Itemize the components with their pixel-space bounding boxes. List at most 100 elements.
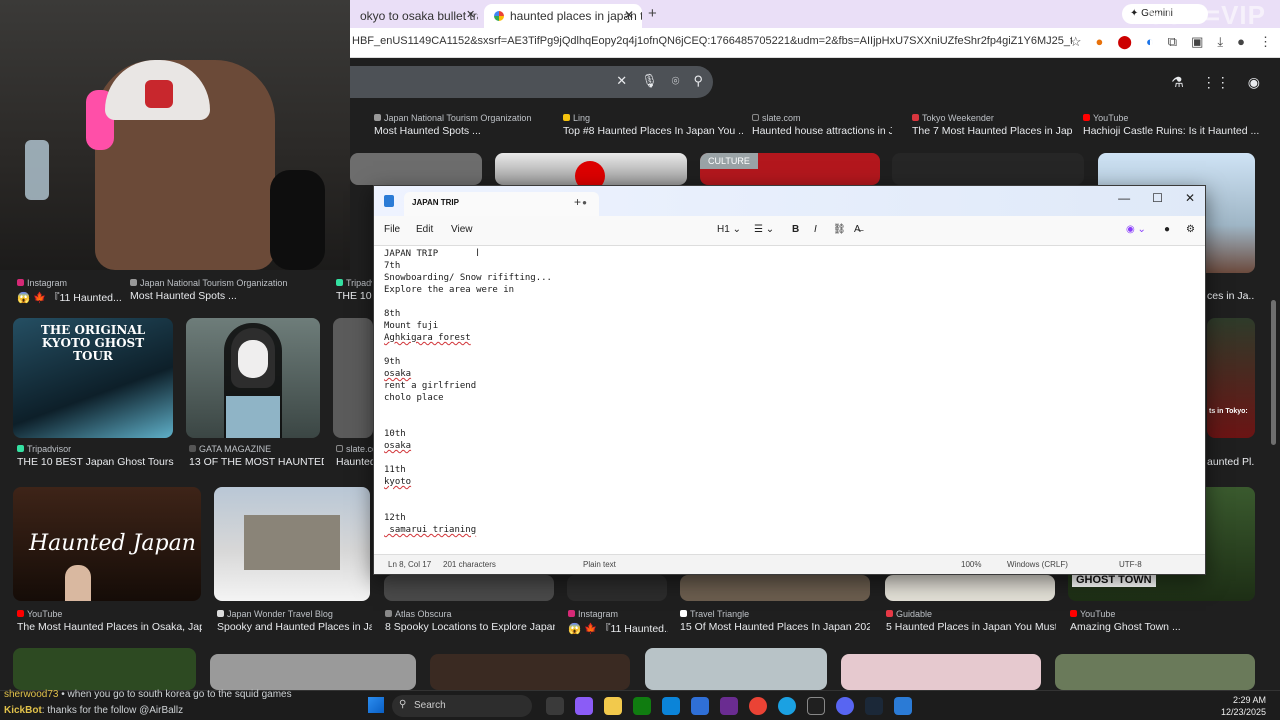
edge-icon[interactable] [662,697,680,715]
extension-icon[interactable]: ◐ [1146,34,1154,50]
result-thumbnail[interactable] [495,153,687,185]
result-title[interactable]: Haunted house attractions in J... [752,125,892,137]
clear-format-icon[interactable]: A̶ [854,224,861,235]
encoding[interactable]: UTF-8 [1119,560,1142,569]
maximize-icon[interactable]: ☐ [1152,191,1163,205]
italic-icon[interactable]: I [814,224,817,235]
close-icon[interactable]: ✕ [466,8,475,21]
chrome-profile-icon[interactable] [778,697,796,715]
settings-gear-icon[interactable]: ⚙ [1186,224,1195,235]
result-title[interactable]: aunted Pl... [1207,456,1255,468]
result-thumbnail[interactable]: ts in Tokyo: [1207,318,1255,438]
apps-grid-icon[interactable]: ⋮⋮ [1202,74,1230,91]
tab-haunted-places[interactable]: haunted places in japan to visit ✕ [484,4,642,28]
notepad-text-area[interactable]: JAPAN TRIP 7th Snowboarding/ Snow rifift… [374,246,1205,556]
download-icon[interactable]: ⤓ [1217,34,1223,50]
store-icon[interactable] [691,697,709,715]
mic-icon[interactable]: 🎙 [641,73,658,89]
notepad-icon[interactable] [894,697,912,715]
list-dropdown-icon[interactable]: ☰ ⌄ [754,224,774,235]
result-title[interactable]: ces in Ja... [1207,290,1255,302]
minimize-icon[interactable]: — [1118,191,1130,205]
result-thumbnail[interactable] [567,575,667,601]
heading-dropdown[interactable]: H1 ⌄ [717,224,741,235]
labs-icon[interactable]: ⚗ [1171,74,1184,91]
result-title[interactable]: Haunted [336,456,374,468]
result-title[interactable]: Most Haunted Spots ... [130,290,330,302]
result-thumbnail[interactable] [892,153,1084,185]
menu-view[interactable]: View [451,224,473,235]
tab-bullet-train[interactable]: okyo to osaka bullet train - Go [350,4,478,28]
menu-icon[interactable]: ⋮ [1259,34,1272,50]
result-thumbnail[interactable] [1055,654,1255,690]
obs-icon[interactable] [807,697,825,715]
result-title[interactable]: Top #8 Haunted Places In Japan You ... [563,125,743,137]
result-thumbnail[interactable] [210,654,416,690]
link-icon[interactable]: ⛓ [833,224,846,235]
new-tab-button[interactable]: + [648,5,657,22]
result-title[interactable]: Most Haunted Spots ... [374,125,554,137]
unsaved-dot-icon[interactable]: ● [582,198,587,207]
result-thumbnail[interactable] [214,487,370,601]
discord-icon[interactable] [836,697,854,715]
system-clock[interactable]: 2:29 AM 12/23/2025 [1221,694,1266,718]
xbox-icon[interactable] [633,697,651,715]
notepad-tab[interactable]: JAPAN TRIP ● [404,192,599,216]
steam-icon[interactable] [865,697,883,715]
result-thumbnail[interactable] [333,318,373,438]
task-view-icon[interactable] [546,697,564,715]
copilot-icon[interactable]: ◉ ⌄ [1126,224,1146,235]
taskbar-search[interactable]: ⚲ Search [392,695,532,717]
result-thumbnail[interactable] [430,654,630,690]
app-icon[interactable] [720,697,738,715]
result-title[interactable]: THE 10 E [336,290,372,302]
clear-icon[interactable]: ✕ [616,73,627,89]
bookmark-star-icon[interactable]: ☆ [1070,34,1082,50]
result-title[interactable]: 15 Of Most Haunted Places In Japan 2025.… [680,621,870,633]
result-title[interactable]: THE 10 BEST Japan Ghost Tours (... [17,456,177,468]
profile-avatar[interactable]: ● [1237,34,1245,50]
result-thumbnail[interactable]: Haunted Japan [13,487,201,601]
result-title[interactable]: The 7 Most Haunted Places in Jap... [912,125,1072,137]
chrome-icon[interactable] [749,697,767,715]
menu-file[interactable]: File [384,224,400,235]
search-icon[interactable]: ⚲ [693,73,703,89]
close-icon[interactable]: ✕ [1185,191,1195,205]
result-thumbnail[interactable] [13,648,196,690]
result-thumbnail[interactable]: THE ORIGINAL KYOTO GHOST TOUR [13,318,173,438]
url-field[interactable]: HBF_enUS1149CA1152&sxsrf=AE3TifPg9jQdlhq… [352,35,1072,47]
result-title[interactable]: 😱 🍁 『11 Haunted... [568,621,668,636]
lens-icon[interactable]: ⌾ [672,73,680,89]
account-avatar[interactable]: ◉ [1248,74,1260,91]
extension-icon[interactable]: ● [1096,34,1104,50]
result-thumbnail[interactable] [841,654,1041,690]
opera-icon[interactable]: ⬤ [1117,34,1132,50]
result-thumbnail[interactable] [680,575,870,601]
puzzle-icon[interactable]: ⧉ [1168,34,1177,50]
menu-edit[interactable]: Edit [416,224,433,235]
result-thumbnail[interactable] [885,575,1055,601]
search-box[interactable]: ✕ 🎙 ⌾ ⚲ [350,66,713,98]
result-title[interactable]: Amazing Ghost Town ... [1070,621,1255,633]
result-title[interactable]: 😱 🍁 『11 Haunted... [17,290,127,305]
split-view-icon[interactable]: ▣ [1191,34,1203,50]
result-title[interactable]: Spooky and Haunted Places in Ja... [217,621,372,633]
page-scrollbar[interactable] [1271,300,1276,445]
result-thumbnail[interactable]: CULTURE [700,153,880,185]
line-ending[interactable]: Windows (CRLF) [1007,560,1068,569]
result-thumbnail[interactable] [350,153,482,185]
copilot-icon[interactable] [575,697,593,715]
bold-icon[interactable]: B [792,224,799,235]
result-thumbnail[interactable] [384,575,554,601]
result-title[interactable]: 5 Haunted Places in Japan You Must... [886,621,1056,633]
result-title[interactable]: 8 Spooky Locations to Explore Japan... [385,621,555,633]
account-icon[interactable]: ● [1164,224,1170,235]
zoom-level[interactable]: 100% [961,560,981,569]
windows-start-icon[interactable] [368,697,384,713]
result-thumbnail[interactable] [186,318,320,438]
result-thumbnail[interactable] [645,648,827,690]
result-title[interactable]: The Most Haunted Places in Osaka, Japa..… [17,621,202,633]
new-tab-button[interactable]: + [574,195,581,209]
result-title[interactable]: Hachioji Castle Ruins: Is it Haunted ... [1083,125,1263,137]
result-title[interactable]: 13 OF THE MOST HAUNTED ... [189,456,324,468]
